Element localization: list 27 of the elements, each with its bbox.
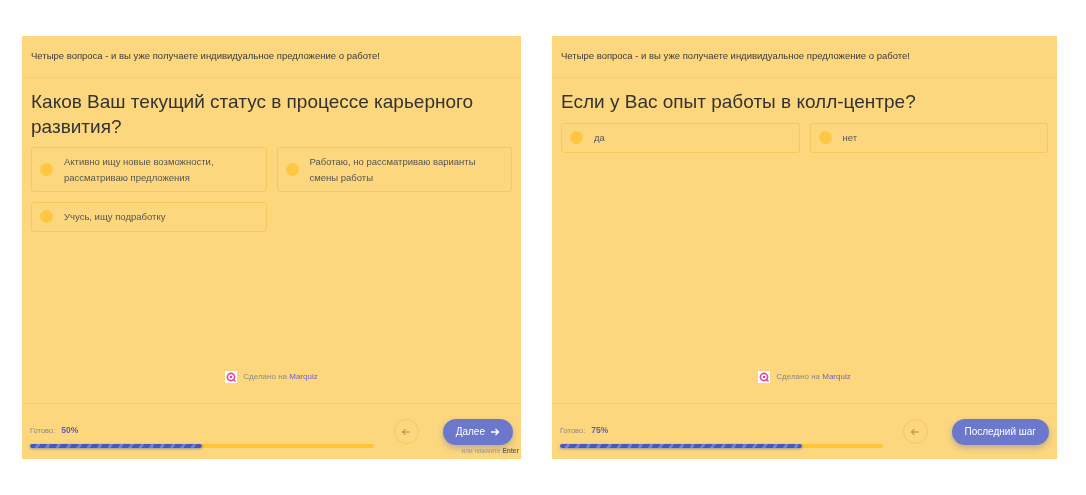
- progress-value: 75%: [591, 424, 609, 435]
- answer-option[interactable]: Учусь, ищу подработку: [31, 201, 267, 232]
- radio-dot: [818, 131, 832, 145]
- left-arrow-icon: [401, 426, 412, 437]
- credit-text: Сделано на Marquiz: [776, 371, 851, 383]
- answer-option[interactable]: Работаю, но рассматриваю варианты смены работы: [276, 147, 512, 192]
- left-arrow-icon: [910, 426, 921, 437]
- credit-text: Сделано на Marquiz: [243, 371, 318, 383]
- answer-option[interactable]: да: [561, 122, 800, 153]
- answer-option[interactable]: нет: [809, 122, 1048, 153]
- radio-dot: [285, 163, 299, 177]
- next-button[interactable]: Последний шаг: [951, 418, 1049, 445]
- logo-icon: [758, 371, 771, 383]
- logo-icon: [225, 371, 238, 383]
- radio-dot: [40, 210, 53, 224]
- question-title: Каков Ваш текущий статус в процессе карьерного развития?: [31, 90, 475, 139]
- radio-dot: [40, 163, 53, 177]
- radio-dot: [570, 131, 583, 145]
- question-title: Если у Вас опыт работы в колл-центре?: [561, 90, 917, 114]
- credit-link[interactable]: Marquiz: [289, 372, 318, 381]
- header-text: Четыре вопроса - и вы уже получаете индивидуальное предложение о работе!: [561, 49, 910, 64]
- header-text: Четыре вопроса - и вы уже получаете индивидуальное предложение о работе!: [31, 49, 380, 64]
- next-button[interactable]: Далее: [442, 418, 513, 445]
- answer-option[interactable]: Активно ищу новые возможности, рассматриваю предложения: [31, 147, 267, 192]
- right-arrow-icon: [490, 426, 500, 437]
- credit-link[interactable]: Marquiz: [822, 372, 851, 381]
- progress-value: 50%: [61, 424, 79, 435]
